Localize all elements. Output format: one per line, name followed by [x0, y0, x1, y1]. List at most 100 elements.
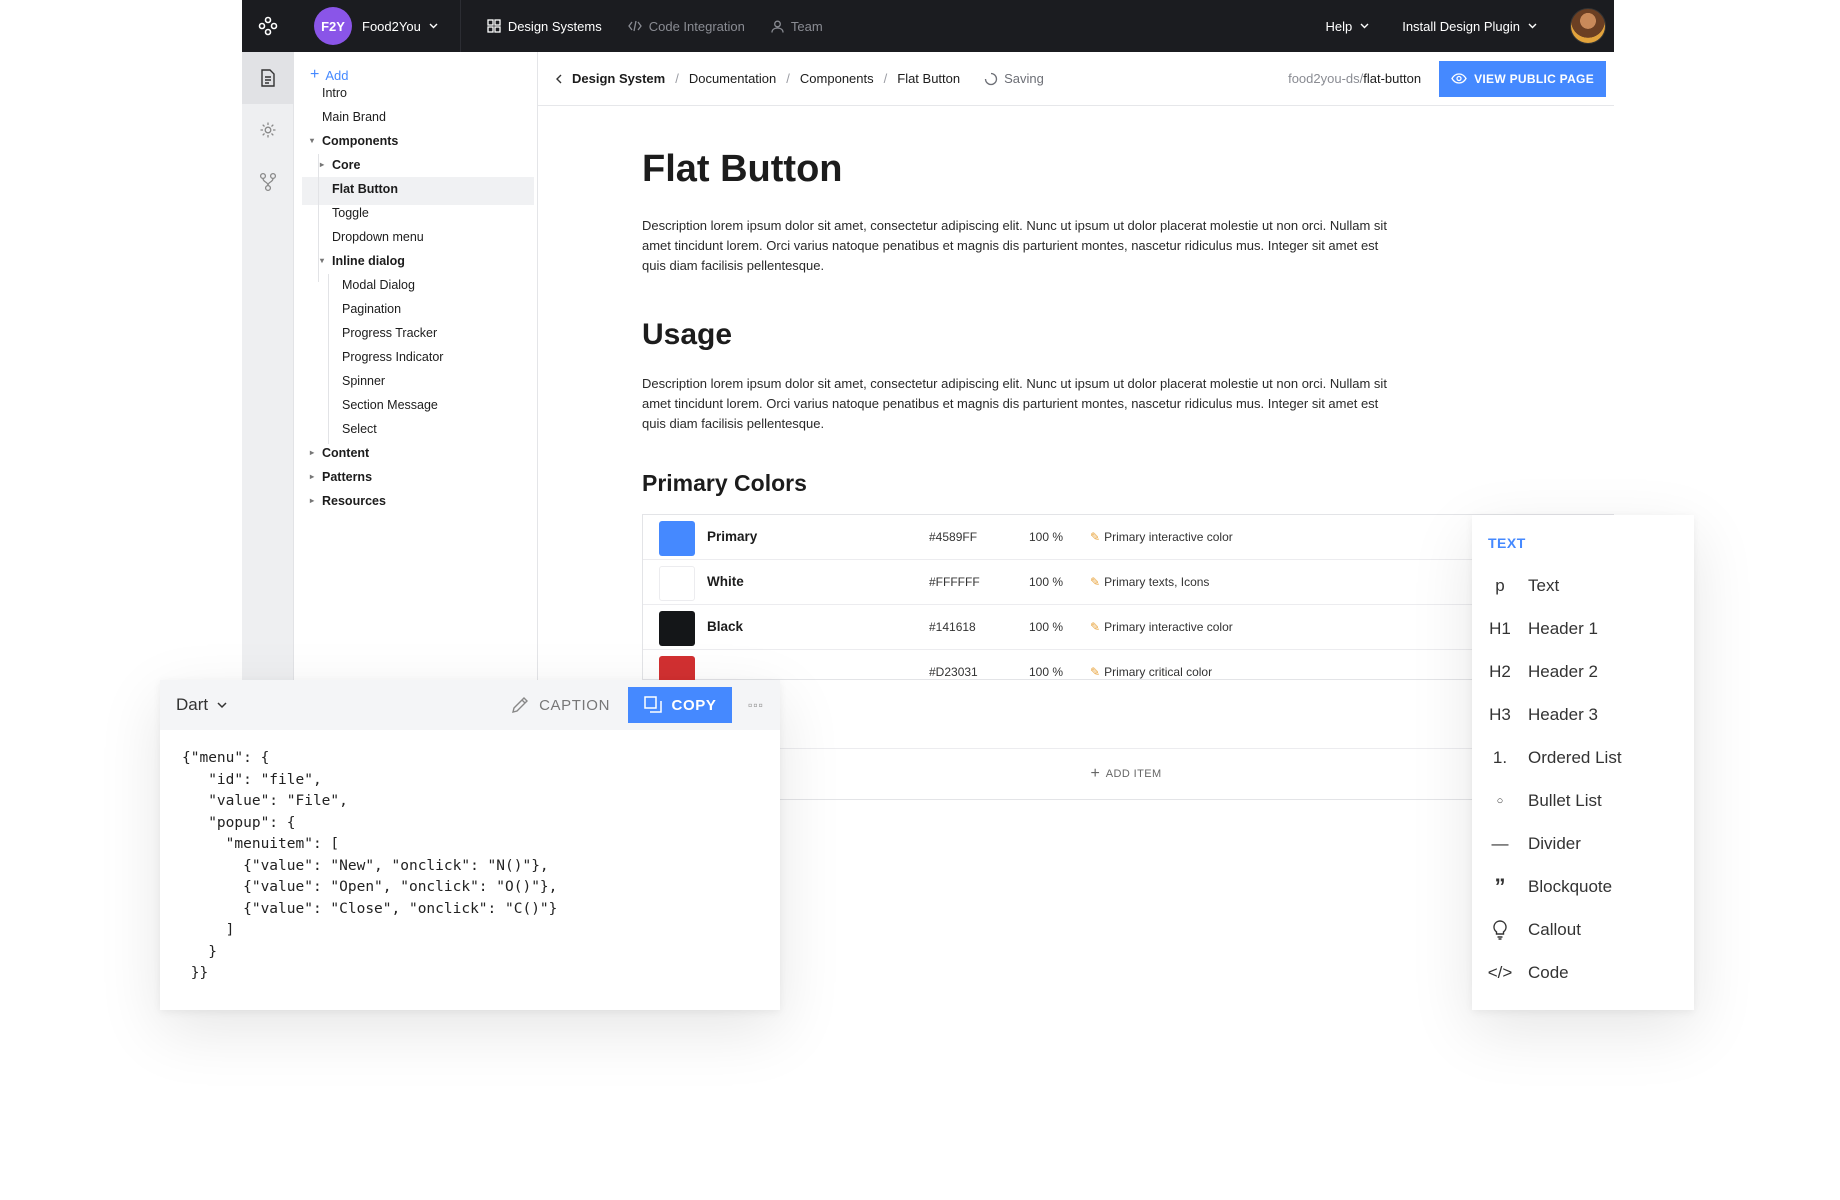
- tree-guide: [318, 154, 319, 282]
- menu-item-code[interactable]: </> Code: [1472, 951, 1694, 994]
- pencil-icon: [512, 697, 529, 713]
- brand-name: Food2You: [362, 18, 421, 34]
- help-label: Help: [1325, 18, 1353, 34]
- more-icon: ▫▫▫: [748, 698, 764, 712]
- menu-item-text[interactable]: p Text: [1472, 564, 1694, 607]
- color-swatch[interactable]: [659, 656, 695, 680]
- caption-button[interactable]: CAPTION: [511, 696, 610, 714]
- color-opacity: 100 %: [1029, 665, 1064, 679]
- heading-2-icon: H2: [1489, 661, 1511, 681]
- color-row[interactable]: #D23031 100 % ✎ Primary critical color: [643, 650, 1614, 680]
- color-note: ✎ Primary interactive color: [1090, 620, 1233, 634]
- settings-rail-button[interactable]: [242, 104, 294, 156]
- color-row[interactable]: White #FFFFFF 100 % ✎ Primary texts, Icon…: [643, 560, 1614, 605]
- color-opacity: 100 %: [1029, 620, 1064, 634]
- breadcrumb-separator: /: [786, 71, 790, 86]
- app-logo-icon[interactable]: [242, 0, 294, 52]
- top-bar: F2Y Food2You Design Systems Code Integra…: [242, 0, 1614, 52]
- color-swatch[interactable]: [659, 521, 695, 556]
- primary-colors-heading: Primary Colors: [642, 470, 807, 496]
- color-opacity: 100 %: [1029, 575, 1064, 589]
- icon-rail: [242, 52, 294, 680]
- heading-1-icon: H1: [1489, 618, 1511, 638]
- view-button-label: VIEW PUBLIC PAGE: [1474, 71, 1594, 86]
- copy-button[interactable]: COPY: [628, 687, 732, 723]
- menu-item-ordered-list[interactable]: 1. Ordered List: [1472, 736, 1694, 779]
- menu-item-label: Header 3: [1528, 704, 1598, 724]
- code-content[interactable]: {"menu": { "id": "file", "value": "File"…: [182, 748, 557, 985]
- tree-guide: [328, 274, 329, 444]
- code-toolbar: Dart CAPTION COPY ▫▫▫: [160, 680, 780, 730]
- divider: [459, 0, 461, 52]
- integrations-rail-button[interactable]: [242, 156, 294, 208]
- color-opacity: 100 %: [1029, 530, 1064, 544]
- menu-item-blockquote[interactable]: ” Blockquote: [1472, 865, 1694, 908]
- install-plugin-menu[interactable]: Install Design Plugin: [1402, 19, 1544, 34]
- color-swatch[interactable]: [659, 611, 695, 646]
- divider-icon: —: [1491, 833, 1509, 853]
- help-menu[interactable]: Help: [1325, 19, 1376, 34]
- saving-status: Saving: [984, 71, 1044, 86]
- slug-prefix: food2you-ds/: [1288, 71, 1364, 86]
- page-description: Description lorem ipsum dolor sit amet, …: [642, 218, 1387, 273]
- color-swatch[interactable]: [659, 566, 695, 601]
- breadcrumb-item[interactable]: Documentation: [689, 71, 776, 86]
- nav-code-integration[interactable]: Code Integration: [627, 19, 745, 34]
- menu-item-header-3[interactable]: H3 Header 3: [1472, 693, 1694, 736]
- menu-item-bullet-list[interactable]: ○ Bullet List: [1472, 779, 1694, 822]
- menu-item-callout[interactable]: Callout: [1472, 908, 1694, 951]
- chevron-down-icon: [1528, 23, 1537, 29]
- menu-item-label: Header 2: [1528, 661, 1598, 681]
- color-row[interactable]: Black #141618 100 % ✎ Primary interactive…: [643, 605, 1614, 650]
- spinner-icon: [984, 72, 998, 85]
- chevron-down-icon: [217, 701, 227, 708]
- menu-item-label: Code: [1528, 962, 1569, 982]
- caret-down-icon: ▾: [320, 256, 325, 265]
- caret-down-icon: ▾: [310, 136, 315, 145]
- language-label: Dart: [176, 695, 209, 714]
- menu-section-title: TEXT: [1488, 535, 1526, 551]
- more-options-button[interactable]: ▫▫▫: [732, 687, 780, 723]
- add-item-row[interactable]: + ADD ITEM: [780, 748, 1472, 800]
- menu-item-label: Text: [1528, 575, 1560, 595]
- menu-item-header-1[interactable]: H1 Header 1: [1472, 607, 1694, 650]
- tree-label: Components: [322, 134, 399, 148]
- brand-badge: F2Y: [314, 7, 352, 45]
- color-hex: #FFFFFF: [929, 575, 980, 589]
- nav-design-systems[interactable]: Design Systems: [487, 19, 602, 34]
- pages-rail-button[interactable]: [242, 52, 294, 104]
- menu-item-label: Divider: [1528, 833, 1581, 853]
- color-table: Primary #4589FF 100 % ✎ Primary interacti…: [642, 514, 1614, 680]
- color-row[interactable]: Primary #4589FF 100 % ✎ Primary interacti…: [643, 515, 1614, 560]
- plus-icon: +: [310, 66, 320, 83]
- pencil-icon: ✎: [1090, 530, 1101, 544]
- language-select[interactable]: Dart: [176, 695, 227, 715]
- breadcrumb-item[interactable]: Components: [800, 71, 874, 86]
- note-text: Primary texts, Icons: [1104, 575, 1210, 589]
- menu-item-divider[interactable]: — Divider: [1472, 822, 1694, 865]
- view-public-page-button[interactable]: VIEW PUBLIC PAGE: [1439, 60, 1606, 97]
- ordered-list-icon: 1.: [1492, 747, 1508, 767]
- heading-3-icon: H3: [1489, 704, 1511, 724]
- menu-item-header-2[interactable]: H2 Header 2: [1472, 650, 1694, 693]
- color-hex: #4589FF: [929, 530, 978, 544]
- tree-label: Patterns: [322, 470, 373, 484]
- avatar[interactable]: [1570, 8, 1606, 44]
- breadcrumb-item[interactable]: Flat Button: [897, 71, 960, 86]
- color-hex: #141618: [929, 620, 976, 634]
- code-icon: </>: [1487, 962, 1513, 982]
- breadcrumb-item[interactable]: Design System: [572, 71, 665, 86]
- caret-right-icon: ▸: [310, 496, 315, 505]
- workspace-switcher[interactable]: F2Y Food2You: [314, 7, 438, 45]
- nav-team[interactable]: Team: [771, 19, 823, 34]
- color-note: ✎ Primary critical color: [1090, 665, 1212, 679]
- eye-icon: [1451, 73, 1467, 84]
- tree-item-resources[interactable]: ▸ Resources: [310, 487, 386, 515]
- chevron-left-icon[interactable]: [556, 74, 562, 84]
- git-branch-icon: [259, 172, 277, 192]
- paragraph-icon: p: [1495, 575, 1505, 595]
- gear-icon: [260, 122, 276, 138]
- pencil-icon: ✎: [1090, 620, 1101, 634]
- menu-item-label: Bullet List: [1528, 790, 1602, 810]
- color-note: ✎ Primary texts, Icons: [1090, 575, 1209, 589]
